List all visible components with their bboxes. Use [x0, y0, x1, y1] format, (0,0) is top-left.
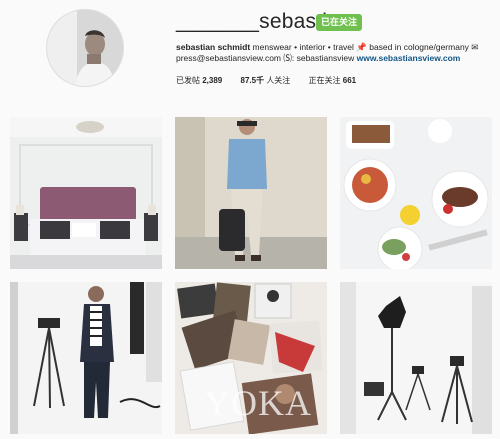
following-label: 正在关注: [308, 76, 341, 85]
followers-label: 人关注: [266, 76, 291, 85]
profile-stats: 已发帖 2,389 87.5千 人关注 正在关注 661: [176, 75, 372, 86]
posts-label: 已发帖: [176, 76, 200, 85]
post-studio-man[interactable]: [10, 282, 162, 434]
post-bedroom[interactable]: [10, 117, 162, 269]
studio-lights-image: [340, 282, 492, 434]
post-man-wall[interactable]: [175, 117, 327, 269]
following-count: 661: [342, 76, 357, 85]
posts-count: 2,389: [202, 76, 223, 85]
man-wall-image: [175, 117, 327, 269]
stat-following[interactable]: 正在关注 661: [309, 76, 357, 85]
bio-name: sebastian schmidt: [176, 42, 251, 52]
stat-followers[interactable]: 87.5千 人关注: [241, 76, 291, 85]
stat-posts[interactable]: 已发帖 2,389: [176, 76, 222, 85]
watermark-text: YOKA: [204, 383, 312, 423]
bedroom-image: [10, 117, 162, 269]
followers-count: 87.5千: [240, 76, 265, 85]
avatar-photo: [47, 10, 123, 86]
post-breakfast[interactable]: [340, 117, 492, 269]
breakfast-image: [340, 117, 492, 269]
studio-man-image: [10, 282, 162, 434]
website-link[interactable]: www.sebastiansview.com: [357, 53, 461, 63]
bio-description: menswear • interior • travel 📌 based in …: [250, 42, 479, 52]
following-button[interactable]: 已在关注: [316, 14, 363, 31]
post-studio-lights[interactable]: [340, 282, 492, 434]
profile-avatar: [46, 9, 124, 87]
profile-bio: sebastian schmidt menswear • interior • …: [176, 42, 491, 64]
bio-contact: press@sebastiansview.com 🄢: sebastiansvi…: [176, 53, 357, 63]
